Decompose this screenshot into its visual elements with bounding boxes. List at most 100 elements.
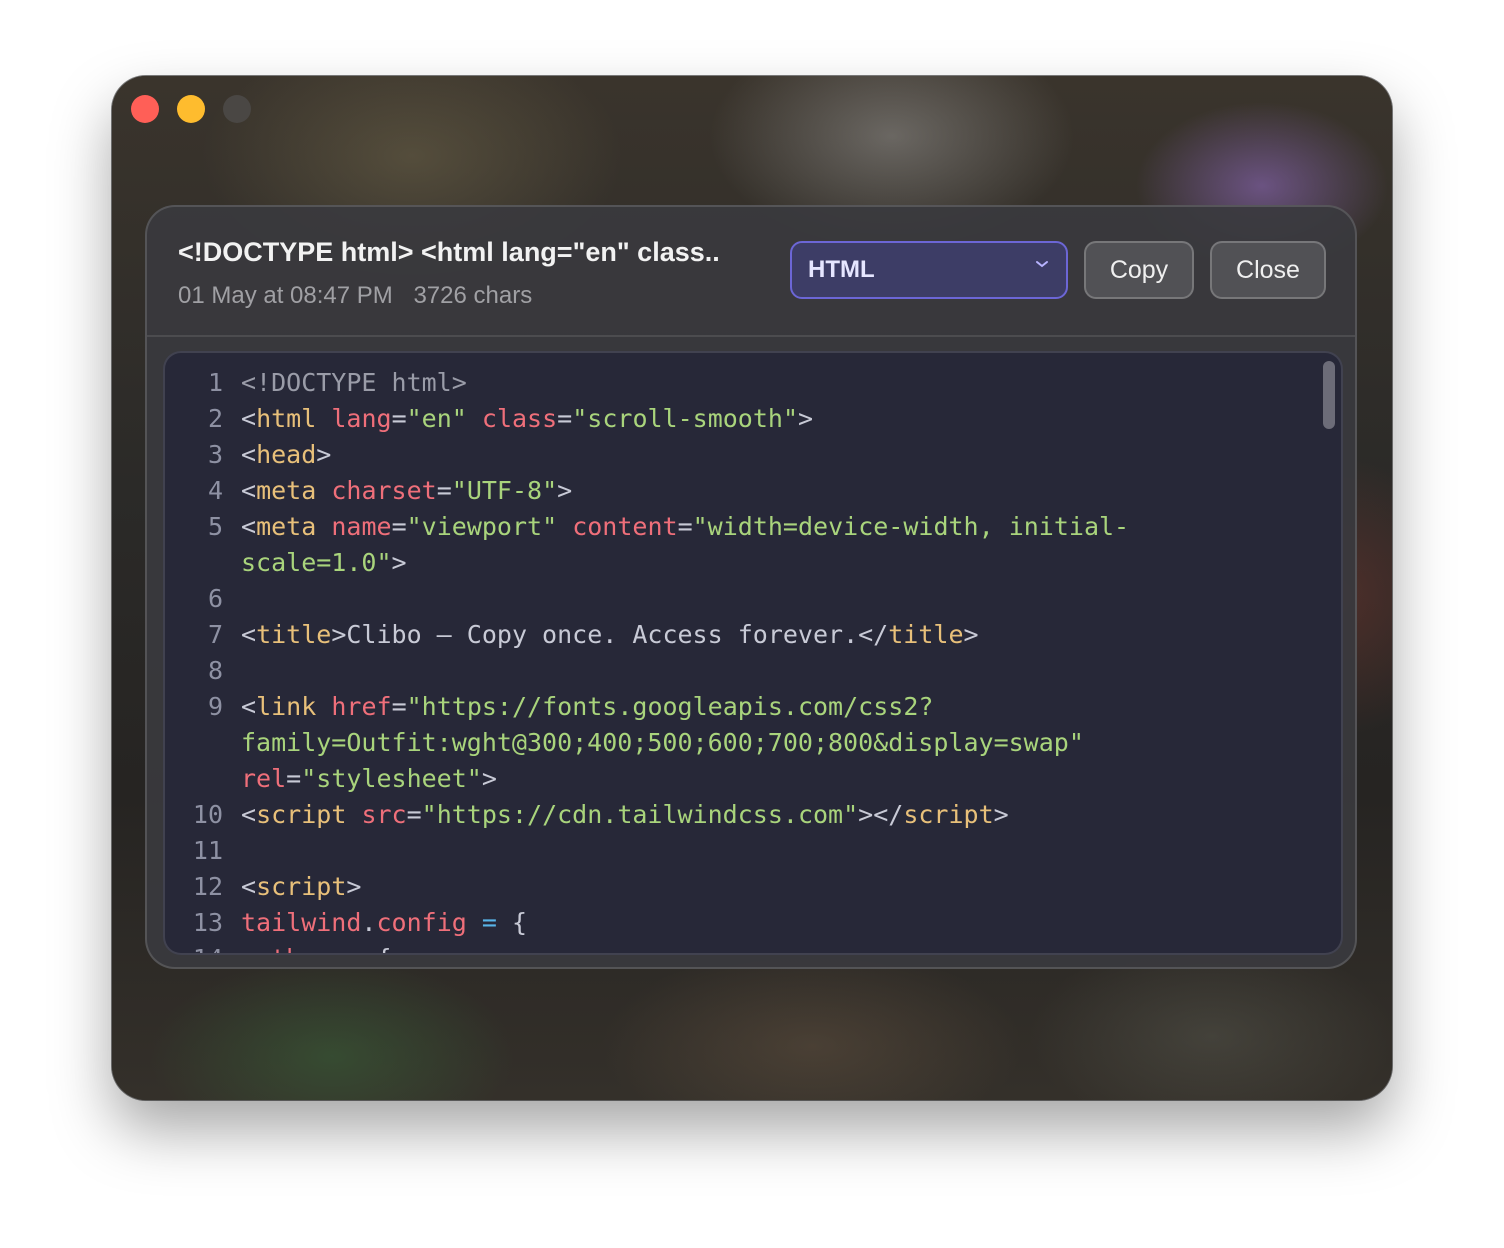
code-token: title	[888, 620, 964, 649]
code-token: ></	[858, 800, 904, 829]
line-text	[241, 581, 256, 617]
code-token: config	[376, 908, 467, 937]
panel-header: <!DOCTYPE html> <html lang="en" class.. …	[147, 207, 1355, 337]
code-token: <	[241, 800, 257, 829]
code-token: >	[798, 404, 814, 433]
close-window-icon[interactable]	[131, 95, 159, 123]
line-text: scale=1.0">	[241, 545, 407, 581]
code-line: family=Outfit:wght@300;400;500;600;700;8…	[165, 725, 1341, 761]
code-viewer[interactable]: 1 <!DOCTYPE html> 2 <html lang="en" class="…	[163, 351, 1343, 955]
code-token: =	[677, 512, 693, 541]
code-line: 10 <script src="https://cdn.tailwindcss.c…	[165, 797, 1341, 833]
code-line: 5 <meta name="viewport" content="width=de…	[165, 509, 1341, 545]
code-token: =	[406, 800, 422, 829]
code-line: 3 <head>	[165, 437, 1341, 473]
code-token: tailwind	[241, 908, 362, 937]
code-line: 8	[165, 653, 1341, 689]
line-text: tailwind.config = {	[241, 905, 527, 941]
code-line: 6	[165, 581, 1341, 617]
code-token: meta	[256, 476, 317, 505]
code-token: >	[993, 800, 1009, 829]
code-token: <	[241, 404, 257, 433]
code-token: href	[331, 692, 392, 721]
line-text: <html lang="en" class="scroll-smooth">	[241, 401, 813, 437]
code-token: "scroll-smooth"	[572, 404, 799, 433]
code-token: =	[391, 512, 407, 541]
line-text: <meta name="viewport" content="width=dev…	[241, 509, 1129, 545]
code-line: 11	[165, 833, 1341, 869]
code-token: .	[361, 908, 377, 937]
code-token: "width=device-width, initial-	[692, 512, 1130, 541]
zoom-window-icon[interactable]	[223, 95, 251, 123]
code-token: <	[241, 872, 257, 901]
code-token: <	[241, 512, 257, 541]
code-token: link	[256, 692, 317, 721]
line-number: 7	[207, 620, 223, 649]
line-text: <link href="https://fonts.googleapis.com…	[241, 689, 933, 725]
code-line: scale=1.0">	[165, 545, 1341, 581]
code-token: =	[391, 404, 407, 433]
code-token: title	[256, 620, 332, 649]
code-token: meta	[256, 512, 317, 541]
line-number: 11	[192, 836, 223, 865]
language-select[interactable]: HTML	[790, 241, 1068, 299]
code-token: src	[361, 800, 407, 829]
code-token: =	[481, 908, 497, 937]
line-number: 12	[192, 872, 223, 901]
line-number: 1	[207, 368, 223, 397]
close-button[interactable]: Close	[1210, 241, 1326, 299]
line-number: 10	[192, 800, 223, 829]
code-token: >	[557, 476, 573, 505]
code-token: >	[346, 872, 362, 901]
code-token: "stylesheet"	[301, 764, 482, 793]
code-line: 2 <html lang="en" class="scroll-smooth">	[165, 401, 1341, 437]
code-token: rel	[241, 764, 287, 793]
code-token: head	[256, 440, 317, 469]
line-text: <meta charset="UTF-8">	[241, 473, 572, 509]
line-text: rel="stylesheet">	[241, 761, 497, 797]
code-token: >	[481, 764, 497, 793]
code-token: "https://cdn.tailwindcss.com"	[421, 800, 859, 829]
code-token: <!DOCTYPE html>	[241, 368, 467, 397]
code-line: rel="stylesheet">	[165, 761, 1341, 797]
code-token: family=Outfit:wght@300;400;500;600;700;8…	[241, 728, 1084, 757]
code-token: =	[286, 764, 302, 793]
line-number: 9	[207, 692, 223, 721]
minimize-window-icon[interactable]	[177, 95, 205, 123]
code-token: {	[496, 908, 528, 937]
line-text: <head>	[241, 437, 331, 473]
line-text	[241, 833, 256, 869]
line-number	[165, 545, 241, 581]
line-text: <script>	[241, 869, 361, 905]
line-text: <!DOCTYPE html>	[241, 365, 467, 401]
code-token: html	[256, 404, 317, 433]
line-number: 8	[207, 656, 223, 685]
app-window: <!DOCTYPE html> <html lang="en" class.. …	[112, 76, 1392, 1100]
code-token: script	[256, 800, 347, 829]
traffic-lights	[131, 95, 251, 123]
line-text: <script src="https://cdn.tailwindcss.com…	[241, 797, 1009, 833]
vertical-scrollbar[interactable]	[1323, 361, 1335, 429]
code-line: 9 <link href="https://fonts.googleapis.co…	[165, 689, 1341, 725]
line-number: 6	[207, 584, 223, 613]
code-token: >	[316, 440, 332, 469]
code-token: : {	[346, 944, 391, 953]
code-token: class	[481, 404, 558, 433]
copy-button[interactable]: Copy	[1084, 241, 1194, 299]
code-line: 4 <meta charset="UTF-8">	[165, 473, 1341, 509]
code-token: =	[557, 404, 573, 433]
code-token: script	[903, 800, 994, 829]
code-token: =	[391, 692, 407, 721]
code-line: 13 tailwind.config = {	[165, 905, 1341, 941]
code-token: script	[256, 872, 347, 901]
code-token: theme	[271, 944, 346, 953]
code-line: 14 theme: {	[165, 941, 1341, 953]
code-token: <	[241, 476, 257, 505]
